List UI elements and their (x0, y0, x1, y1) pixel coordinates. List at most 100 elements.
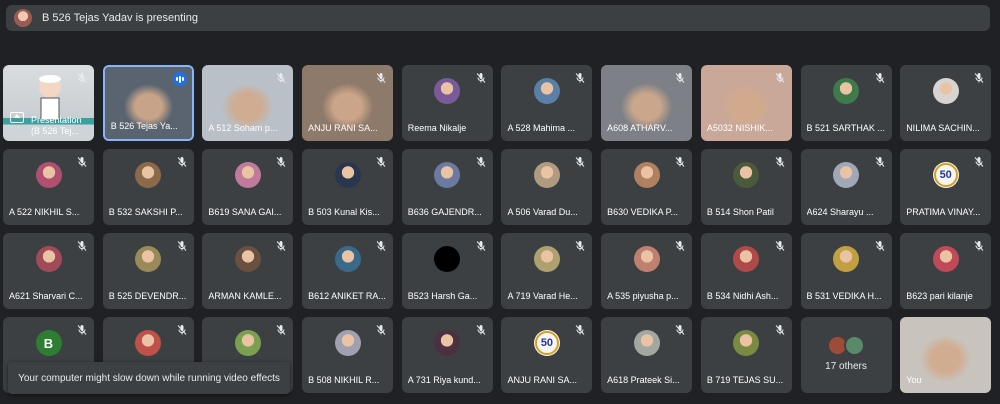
participant-grid: Presentation (B 526 Tej... B 526 Tejas Ya… (3, 65, 998, 393)
mic-off-icon (774, 323, 786, 335)
avatar (533, 162, 560, 188)
present-screen-icon (10, 112, 24, 123)
mic-off-icon (76, 71, 88, 83)
participant-tile[interactable]: B623 pari kilanje (900, 233, 992, 309)
participant-tile[interactable]: B 508 NIKHIL R... (302, 317, 394, 393)
avatar (633, 246, 660, 272)
participant-name: B 526 Tejas Ya... (110, 121, 178, 131)
mic-off-icon (774, 239, 786, 251)
mic-off-icon (973, 155, 985, 167)
participant-name: B623 pari kilanje (906, 291, 973, 301)
participant-name: B 532 SAKSHI P... (108, 207, 183, 217)
participant-tile[interactable]: A 719 Varad He... (501, 233, 593, 309)
participant-tile[interactable]: A618 Prateek Si... (601, 317, 693, 393)
mic-off-icon (375, 71, 387, 83)
participant-tile[interactable]: NILIMA SACHIN... (900, 65, 992, 141)
avatar: 50 (533, 330, 560, 356)
participant-tile[interactable]: B 534 Nidhi Ash... (700, 233, 792, 309)
participant-name: A 535 piyusha p... (607, 291, 679, 301)
mic-off-icon (574, 71, 586, 83)
mic-off-icon (774, 155, 786, 167)
mic-off-icon (176, 239, 188, 251)
participant-tile[interactable]: A 522 NIKHIL S... (3, 149, 94, 225)
avatar (334, 246, 361, 272)
mic-off-icon (475, 155, 487, 167)
mic-off-icon (774, 71, 786, 83)
participant-tile[interactable]: B 719 TEJAS SU... (700, 317, 792, 393)
participant-tile[interactable]: B 521 SARTHAK ... (800, 65, 892, 141)
participant-name: You (906, 375, 922, 385)
participant-name: B 531 VEDIKA H... (806, 291, 882, 301)
participant-tile[interactable]: A 528 Mahima ... (501, 65, 593, 141)
participant-tile[interactable]: A 731 Riya kund... (401, 317, 493, 393)
participant-tile[interactable]: 17 others (800, 317, 892, 393)
participant-tile[interactable]: You (900, 317, 992, 393)
participant-tile[interactable]: A621 Sharvari C... (3, 233, 94, 309)
participant-name: B 503 Kunal Kis... (308, 207, 380, 217)
mic-off-icon (475, 71, 487, 83)
participant-tile[interactable]: B 531 VEDIKA H... (800, 233, 892, 309)
participant-tile[interactable]: B 532 SAKSHI P... (102, 149, 194, 225)
participant-tile[interactable]: 50 ANJU RANI SA... (501, 317, 593, 393)
participant-tile[interactable]: ARMAN KAMLE... (202, 233, 294, 309)
participant-name: B630 VEDIKA P... (607, 207, 679, 217)
participant-tile[interactable]: B636 GAJENDR... (401, 149, 493, 225)
participant-tile[interactable]: B619 SANA GAI... (202, 149, 294, 225)
participant-name: A5032 NISHIK... (706, 123, 773, 133)
participant-name: Reema Nikalje (407, 123, 467, 133)
participant-name: NILIMA SACHIN... (906, 123, 980, 133)
mic-off-icon (76, 239, 88, 251)
participant-tile[interactable]: B630 VEDIKA P... (601, 149, 693, 225)
participant-name: A 522 NIKHIL S... (9, 207, 80, 217)
mic-off-icon (375, 239, 387, 251)
participant-tile[interactable]: A 535 piyusha p... (601, 233, 693, 309)
participant-tile[interactable]: A608 ATHARV... (601, 65, 693, 141)
avatar (35, 162, 62, 188)
others-avatars (826, 335, 865, 356)
participant-name: PRATIMA VINAY... (906, 207, 981, 217)
avatar: B (35, 330, 62, 356)
participant-tile[interactable]: B612 ANIKET RA... (302, 233, 394, 309)
mic-off-icon (874, 239, 886, 251)
participant-tile[interactable]: B 525 DEVENDR... (102, 233, 194, 309)
participant-tile[interactable]: B523 Harsh Ga... (401, 233, 493, 309)
toast-text: Your computer might slow down while runn… (18, 372, 280, 384)
participant-name: B 514 Shon Patil (706, 207, 774, 217)
participant-tile[interactable]: Presentation (B 526 Tej... (3, 65, 94, 141)
avatar (633, 330, 660, 356)
participant-name: ANJU RANI SA... (507, 375, 577, 385)
participant-tile[interactable]: B 526 Tejas Ya... (102, 65, 194, 141)
avatar (932, 246, 959, 272)
avatar (234, 246, 261, 272)
participant-tile[interactable]: B 514 Shon Patil (700, 149, 792, 225)
presenter-avatar (14, 9, 32, 27)
avatar (633, 162, 660, 188)
participant-name: A 719 Varad He... (507, 291, 578, 301)
participant-name: B636 GAJENDR... (407, 207, 482, 217)
participant-tile[interactable]: 50 PRATIMA VINAY... (900, 149, 992, 225)
participant-tile[interactable]: A5032 NISHIK... (700, 65, 792, 141)
mic-off-icon (674, 155, 686, 167)
avatar (135, 162, 162, 188)
participant-name: B612 ANIKET RA... (308, 291, 386, 301)
participant-tile[interactable]: A 506 Varad Du... (501, 149, 593, 225)
presenting-text: B 526 Tejas Yadav is presenting (42, 12, 198, 24)
mic-off-icon (176, 155, 188, 167)
participant-name: A 528 Mahima ... (507, 123, 575, 133)
mic-off-icon (574, 239, 586, 251)
avatar (234, 162, 261, 188)
participant-tile[interactable]: A 512 Soham p... (202, 65, 294, 141)
avatar (533, 78, 560, 104)
participant-tile[interactable]: B 503 Kunal Kis... (302, 149, 394, 225)
avatar (533, 246, 560, 272)
mic-off-icon (275, 71, 287, 83)
participant-tile[interactable]: ANJU RANI SA... (302, 65, 394, 141)
avatar (135, 330, 162, 356)
participant-tile[interactable]: A624 Sharayu ... (800, 149, 892, 225)
mic-off-icon (475, 323, 487, 335)
avatar (334, 162, 361, 188)
participant-name: B 534 Nidhi Ash... (706, 291, 779, 301)
avatar (843, 335, 865, 356)
participant-tile[interactable]: Reema Nikalje (401, 65, 493, 141)
mic-off-icon (973, 239, 985, 251)
